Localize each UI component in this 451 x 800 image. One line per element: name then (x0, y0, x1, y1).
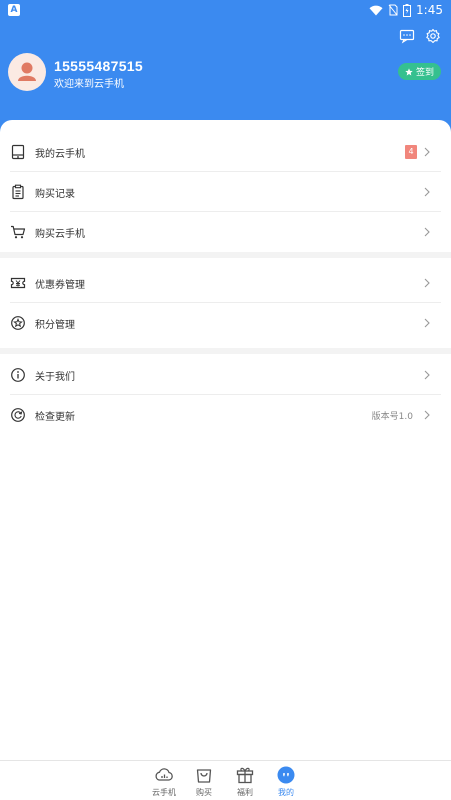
menu-item-about-us[interactable]: 关于我们 (0, 355, 451, 395)
menu-item-buy-cloud-phone[interactable]: 购买云手机 (0, 212, 451, 252)
gift-icon (236, 767, 254, 784)
chevron-right-icon (424, 410, 430, 420)
menu-item-label: 购买记录 (35, 188, 75, 200)
menu-item-points-management[interactable]: 积分管理 (0, 303, 451, 343)
chevron-right-icon (424, 227, 430, 237)
chevron-right-icon (424, 370, 430, 380)
count-badge: 4 (405, 145, 417, 159)
tab-cloud-phone[interactable]: 云手机 (144, 765, 184, 799)
tab-label: 福利 (237, 788, 253, 797)
bottom-tab-bar: 云手机 购买 福利 我的 (0, 760, 451, 800)
chevron-right-icon (424, 187, 430, 197)
menu-panel: 我的云手机 4 购买记录 购买云手机 优惠券管理 积分管理 关于我们 检查更新 (0, 120, 451, 760)
tab-mine[interactable]: 我的 (266, 765, 306, 799)
tab-label: 云手机 (152, 788, 176, 797)
header-actions (399, 28, 441, 44)
no-sim-icon (388, 4, 398, 16)
section-separator (0, 348, 451, 354)
points-icon (11, 316, 25, 330)
message-icon[interactable] (399, 28, 415, 44)
tab-label: 我的 (278, 788, 294, 797)
menu-item-label: 关于我们 (35, 371, 75, 383)
menu-item-my-cloud-phone[interactable]: 我的云手机 4 (0, 132, 451, 172)
tab-welfare[interactable]: 福利 (225, 765, 265, 799)
status-time: 1:45 (416, 3, 443, 17)
tablet-icon (11, 144, 25, 160)
chevron-right-icon (424, 318, 430, 328)
chevron-right-icon (424, 147, 430, 157)
cart-icon (11, 225, 26, 239)
menu-item-purchase-records[interactable]: 购买记录 (0, 172, 451, 212)
star-icon (405, 67, 413, 75)
welcome-text: 欢迎来到云手机 (54, 79, 124, 90)
wifi-icon (369, 5, 383, 15)
gear-icon[interactable] (425, 28, 441, 44)
battery-icon (403, 3, 412, 17)
ticket-icon (10, 277, 26, 289)
cloud-chart-icon (155, 768, 173, 781)
menu-item-coupon-management[interactable]: 优惠券管理 (0, 263, 451, 303)
menu-item-label: 我的云手机 (35, 148, 85, 160)
signin-label: 签到 (415, 68, 434, 78)
profile-header: A 1:45 15555487515 欢迎来到云手机 签到 (0, 0, 451, 132)
signin-button[interactable]: 签到 (397, 63, 441, 80)
section-separator (0, 252, 451, 258)
status-right: 1:45 (369, 3, 443, 17)
status-bar: A 1:45 (0, 0, 451, 20)
tab-label: 购买 (196, 788, 212, 797)
refresh-icon (11, 408, 25, 422)
menu-item-label: 购买云手机 (35, 228, 85, 240)
version-text: 版本号1.0 (371, 411, 413, 422)
user-avatar-icon (18, 62, 36, 81)
user-phone: 15555487515 (54, 58, 143, 74)
menu-item-label: 积分管理 (35, 319, 75, 331)
avatar[interactable] (8, 53, 46, 91)
info-icon (11, 368, 25, 382)
shopping-bag-icon (196, 769, 212, 783)
profile-chat-icon (277, 766, 295, 784)
clipboard-icon (12, 184, 24, 200)
app-notification-icon: A (8, 4, 20, 16)
menu-item-label: 优惠券管理 (35, 279, 85, 291)
menu-item-label: 检查更新 (35, 411, 75, 423)
tab-buy[interactable]: 购买 (184, 765, 224, 799)
menu-item-check-update[interactable]: 检查更新 版本号1.0 (0, 395, 451, 435)
chevron-right-icon (424, 278, 430, 288)
